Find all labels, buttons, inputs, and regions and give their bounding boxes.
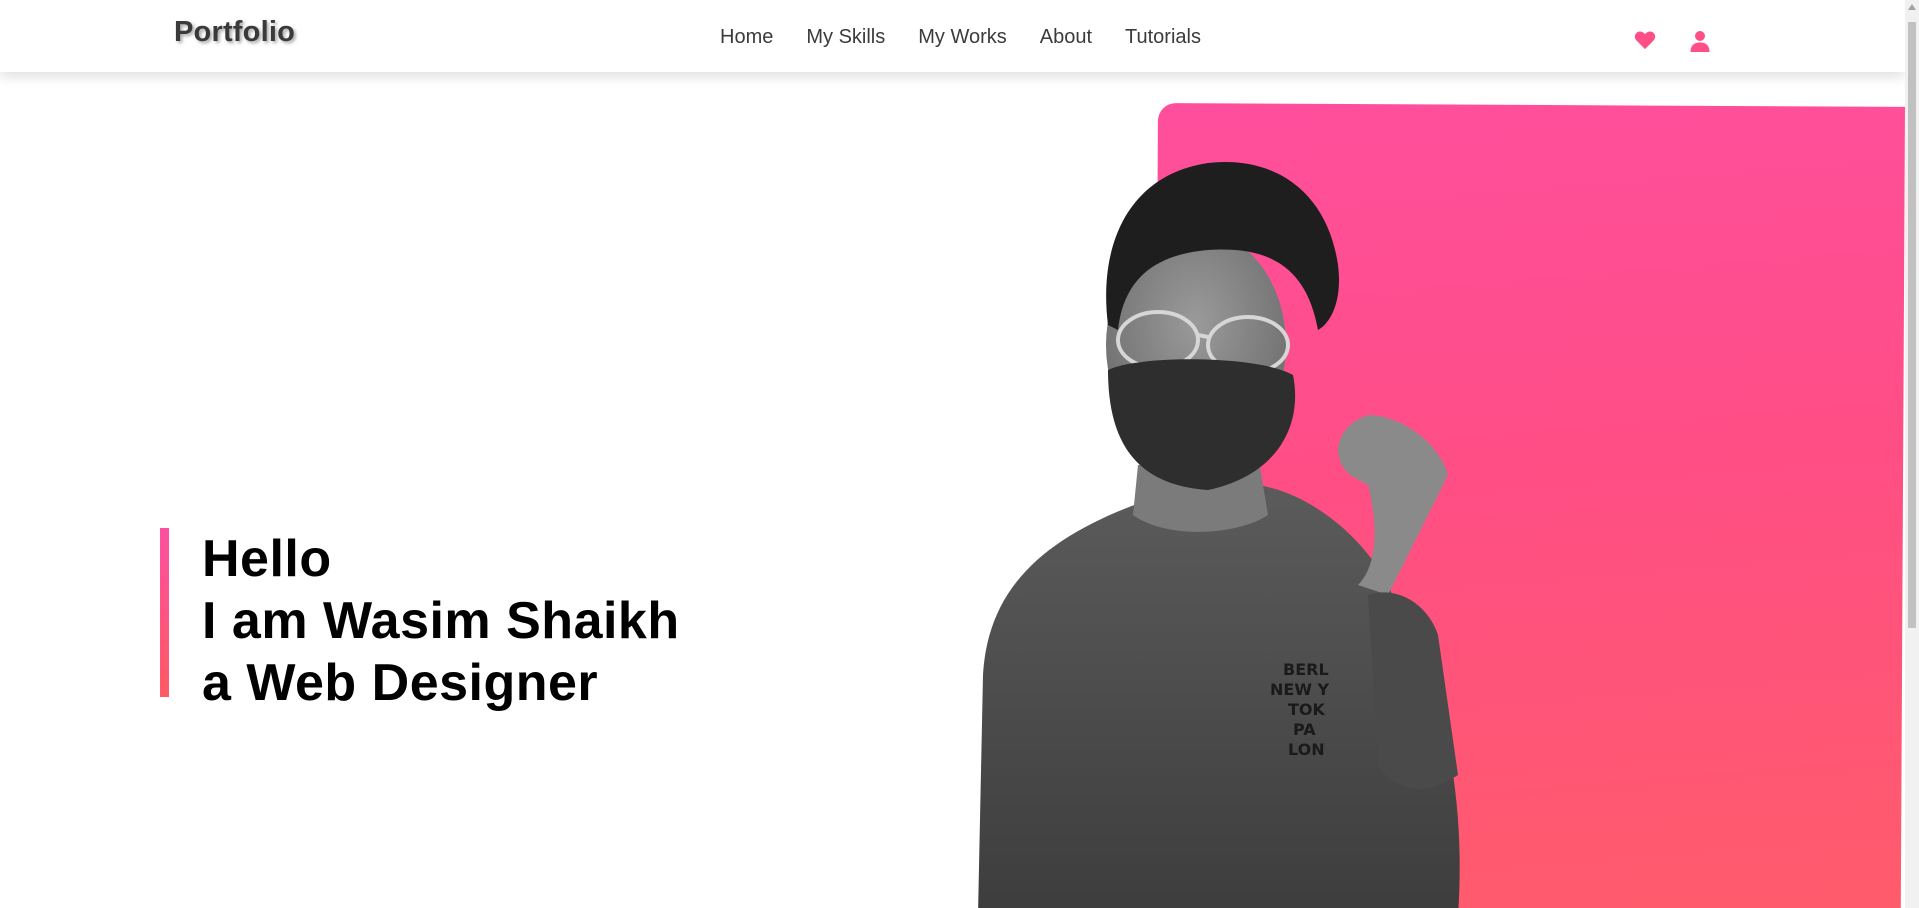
hero-name: I am Wasim Shaikh [202, 592, 680, 650]
page: Portfolio Home My Skills My Works About … [0, 0, 1919, 908]
svg-text:TOK: TOK [1288, 700, 1326, 719]
nav-link-tutorials[interactable]: Tutorials [1125, 26, 1201, 49]
hero-accent-bar [160, 528, 169, 697]
hero-greeting: Hello [202, 530, 332, 588]
nav-link-my-skills[interactable]: My Skills [806, 26, 885, 49]
person-photo: BERL NEW Y TOK PA LON [958, 155, 1518, 908]
nav-icons [1634, 30, 1712, 52]
svg-text:LON: LON [1288, 740, 1325, 759]
nav-links: Home My Skills My Works About Tutorials [720, 26, 1201, 49]
svg-text:NEW Y: NEW Y [1270, 680, 1330, 699]
logo[interactable]: Portfolio [174, 16, 295, 49]
nav-link-my-works[interactable]: My Works [918, 26, 1007, 49]
navbar: Portfolio Home My Skills My Works About … [0, 0, 1905, 72]
scroll-up-arrow-icon[interactable] [1908, 4, 1916, 10]
nav-link-about[interactable]: About [1040, 26, 1092, 49]
svg-text:BERL: BERL [1283, 660, 1329, 679]
hero-intro: Hello I am Wasim Shaikh a Web Designer [160, 528, 680, 714]
scrollbar[interactable] [1905, 0, 1919, 908]
scrollbar-thumb[interactable] [1908, 22, 1916, 628]
nav-link-home[interactable]: Home [720, 26, 773, 49]
svg-text:PA: PA [1293, 720, 1316, 739]
user-icon[interactable] [1690, 30, 1712, 52]
heart-icon[interactable] [1634, 30, 1656, 52]
hero-role: a Web Designer [202, 654, 599, 712]
